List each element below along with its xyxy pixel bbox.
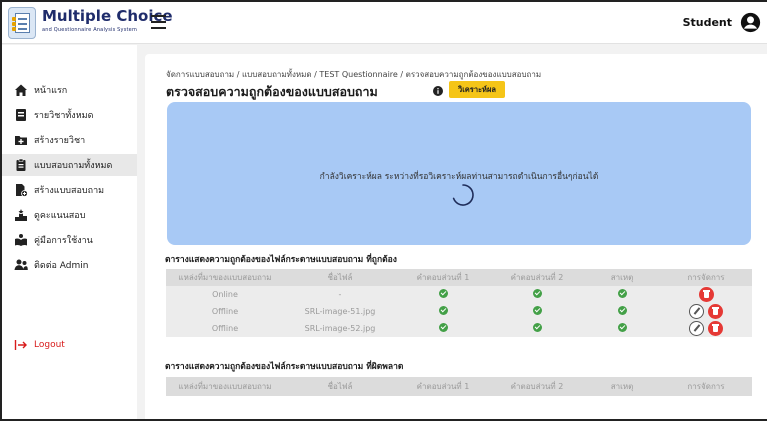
analyze-button[interactable]: วิเคราะห์ผล [449,81,505,98]
create-document-icon [16,184,28,197]
filename-cell: - [338,290,342,299]
sidebar-item-label: รายวิชาทั้งหมด [34,111,94,121]
manual-icon [15,234,27,246]
table-row: Online - [166,286,752,303]
column-header: คำตอบส่วนที่ 1 [416,273,470,282]
info-icon[interactable] [433,86,443,96]
column-header: คำตอบส่วนที่ 1 [416,382,470,391]
app-logo-icon [8,7,36,39]
error-files-table: แหล่งที่มาของแบบสอบถาม ชื่อไฟล์ คำตอบส่ว… [166,377,752,396]
delete-button[interactable] [698,287,714,302]
check-icon [617,323,627,332]
filename-cell: SRL-image-52.jpg [304,324,376,333]
edit-button[interactable] [689,321,704,336]
check-icon [438,323,448,332]
column-header: คำตอบส่วนที่ 2 [510,273,564,282]
top-bar: Multiple Choice and Questionnaire Analys… [2,2,767,44]
book-icon [16,109,26,121]
check-icon [617,306,627,315]
check-icon [438,306,448,315]
breadcrumb[interactable]: จัดการแบบสอบถาม / แบบสอบถามทั้งหมด / TES… [166,68,541,81]
table-header: แหล่งที่มาของแบบสอบถาม ชื่อไฟล์ คำตอบส่ว… [166,377,752,396]
main-content: จัดการแบบสอบถาม / แบบสอบถามทั้งหมด / TES… [145,54,767,419]
menu-toggle-icon[interactable] [151,15,166,29]
home-icon [15,84,27,96]
sidebar-item-label: สร้างรายวิชา [34,136,86,146]
sidebar-item-create-questionnaire[interactable]: สร้างแบบสอบถาม [2,179,137,201]
column-header: ชื่อไฟล์ [327,273,353,282]
sidebar-item-label: สร้างแบบสอบถาม [34,186,105,196]
check-icon [532,306,542,315]
delete-button[interactable] [708,304,723,319]
column-header: ชื่อไฟล์ [327,382,353,391]
sidebar-item-label: ติดต่อ Admin [34,261,89,271]
column-header: สาเหตุ [610,382,634,391]
sidebar-item-home[interactable]: หน้าแรก [2,79,137,101]
table-header: แหล่งที่มาของแบบสอบถาม ชื่อไฟล์ คำตอบส่ว… [166,269,752,286]
app-subtitle: and Questionnaire Analysis System [42,27,138,33]
sidebar-item-label: ดูคะแนนสอบ [34,211,86,221]
table-row: Offline SRL-image-52.jpg [166,320,752,337]
source-cell: Offline [211,307,239,316]
error-table-title: ตารางแสดงความถูกต้องของไฟล์กระดาษแบบสอบถ… [165,362,404,372]
check-icon [532,323,542,332]
column-header: สาเหตุ [610,273,634,282]
correct-table-title: ตารางแสดงความถูกต้องของไฟล์กระดาษแบบสอบถ… [165,255,397,265]
source-cell: Offline [211,324,239,333]
logout-label: Logout [34,340,65,350]
podium-icon [15,209,27,221]
sidebar-item-label: แบบสอบถามทั้งหมด [34,161,113,171]
loading-spinner-icon [452,184,474,206]
delete-button[interactable] [708,321,723,336]
contact-icon [14,259,28,270]
user-name: Student [682,16,732,29]
user-account-icon[interactable] [740,12,761,33]
filename-cell: SRL-image-51.jpg [304,307,376,316]
column-header: แหล่งที่มาของแบบสอบถาม [178,273,272,282]
page-title: ตรวจสอบความถูกต้องของแบบสอบถาม [166,84,378,99]
clipboard-icon [16,158,26,171]
logout-icon [14,340,27,350]
check-icon [532,289,542,298]
column-header: แหล่งที่มาของแบบสอบถาม [178,382,272,391]
sidebar-item-user-manual[interactable]: คู่มือการใช้งาน [2,229,137,251]
column-header: การจัดการ [687,273,725,282]
column-header: การจัดการ [687,382,725,391]
edit-button[interactable] [689,304,704,319]
sidebar-item-contact-admin[interactable]: ติดต่อ Admin [2,254,137,276]
sidebar-item-view-scores[interactable]: ดูคะแนนสอบ [2,204,137,226]
sidebar: หน้าแรก รายวิชาทั้งหมด สร้างรายวิชา แบบส… [2,45,137,419]
check-icon [438,289,448,298]
sidebar-item-create-course[interactable]: สร้างรายวิชา [2,129,137,151]
check-icon [617,289,627,298]
sidebar-item-label: หน้าแรก [34,86,68,96]
analysis-progress-panel: กำลังวิเคราะห์ผล ระหว่างที่รอวิเคราะห์ผล… [167,102,751,245]
add-folder-icon [15,136,27,145]
progress-message: กำลังวิเคราะห์ผล ระหว่างที่รอวิเคราะห์ผล… [319,172,599,182]
sidebar-item-all-courses[interactable]: รายวิชาทั้งหมด [2,104,137,126]
sidebar-item-all-questionnaires[interactable]: แบบสอบถามทั้งหมด [2,154,137,176]
sidebar-item-label: คู่มือการใช้งาน [34,236,93,246]
logout-button[interactable]: Logout [2,334,137,356]
column-header: คำตอบส่วนที่ 2 [510,382,564,391]
correct-files-table: แหล่งที่มาของแบบสอบถาม ชื่อไฟล์ คำตอบส่ว… [166,269,752,337]
table-row: Offline SRL-image-51.jpg [166,303,752,320]
source-cell: Online [212,290,238,299]
